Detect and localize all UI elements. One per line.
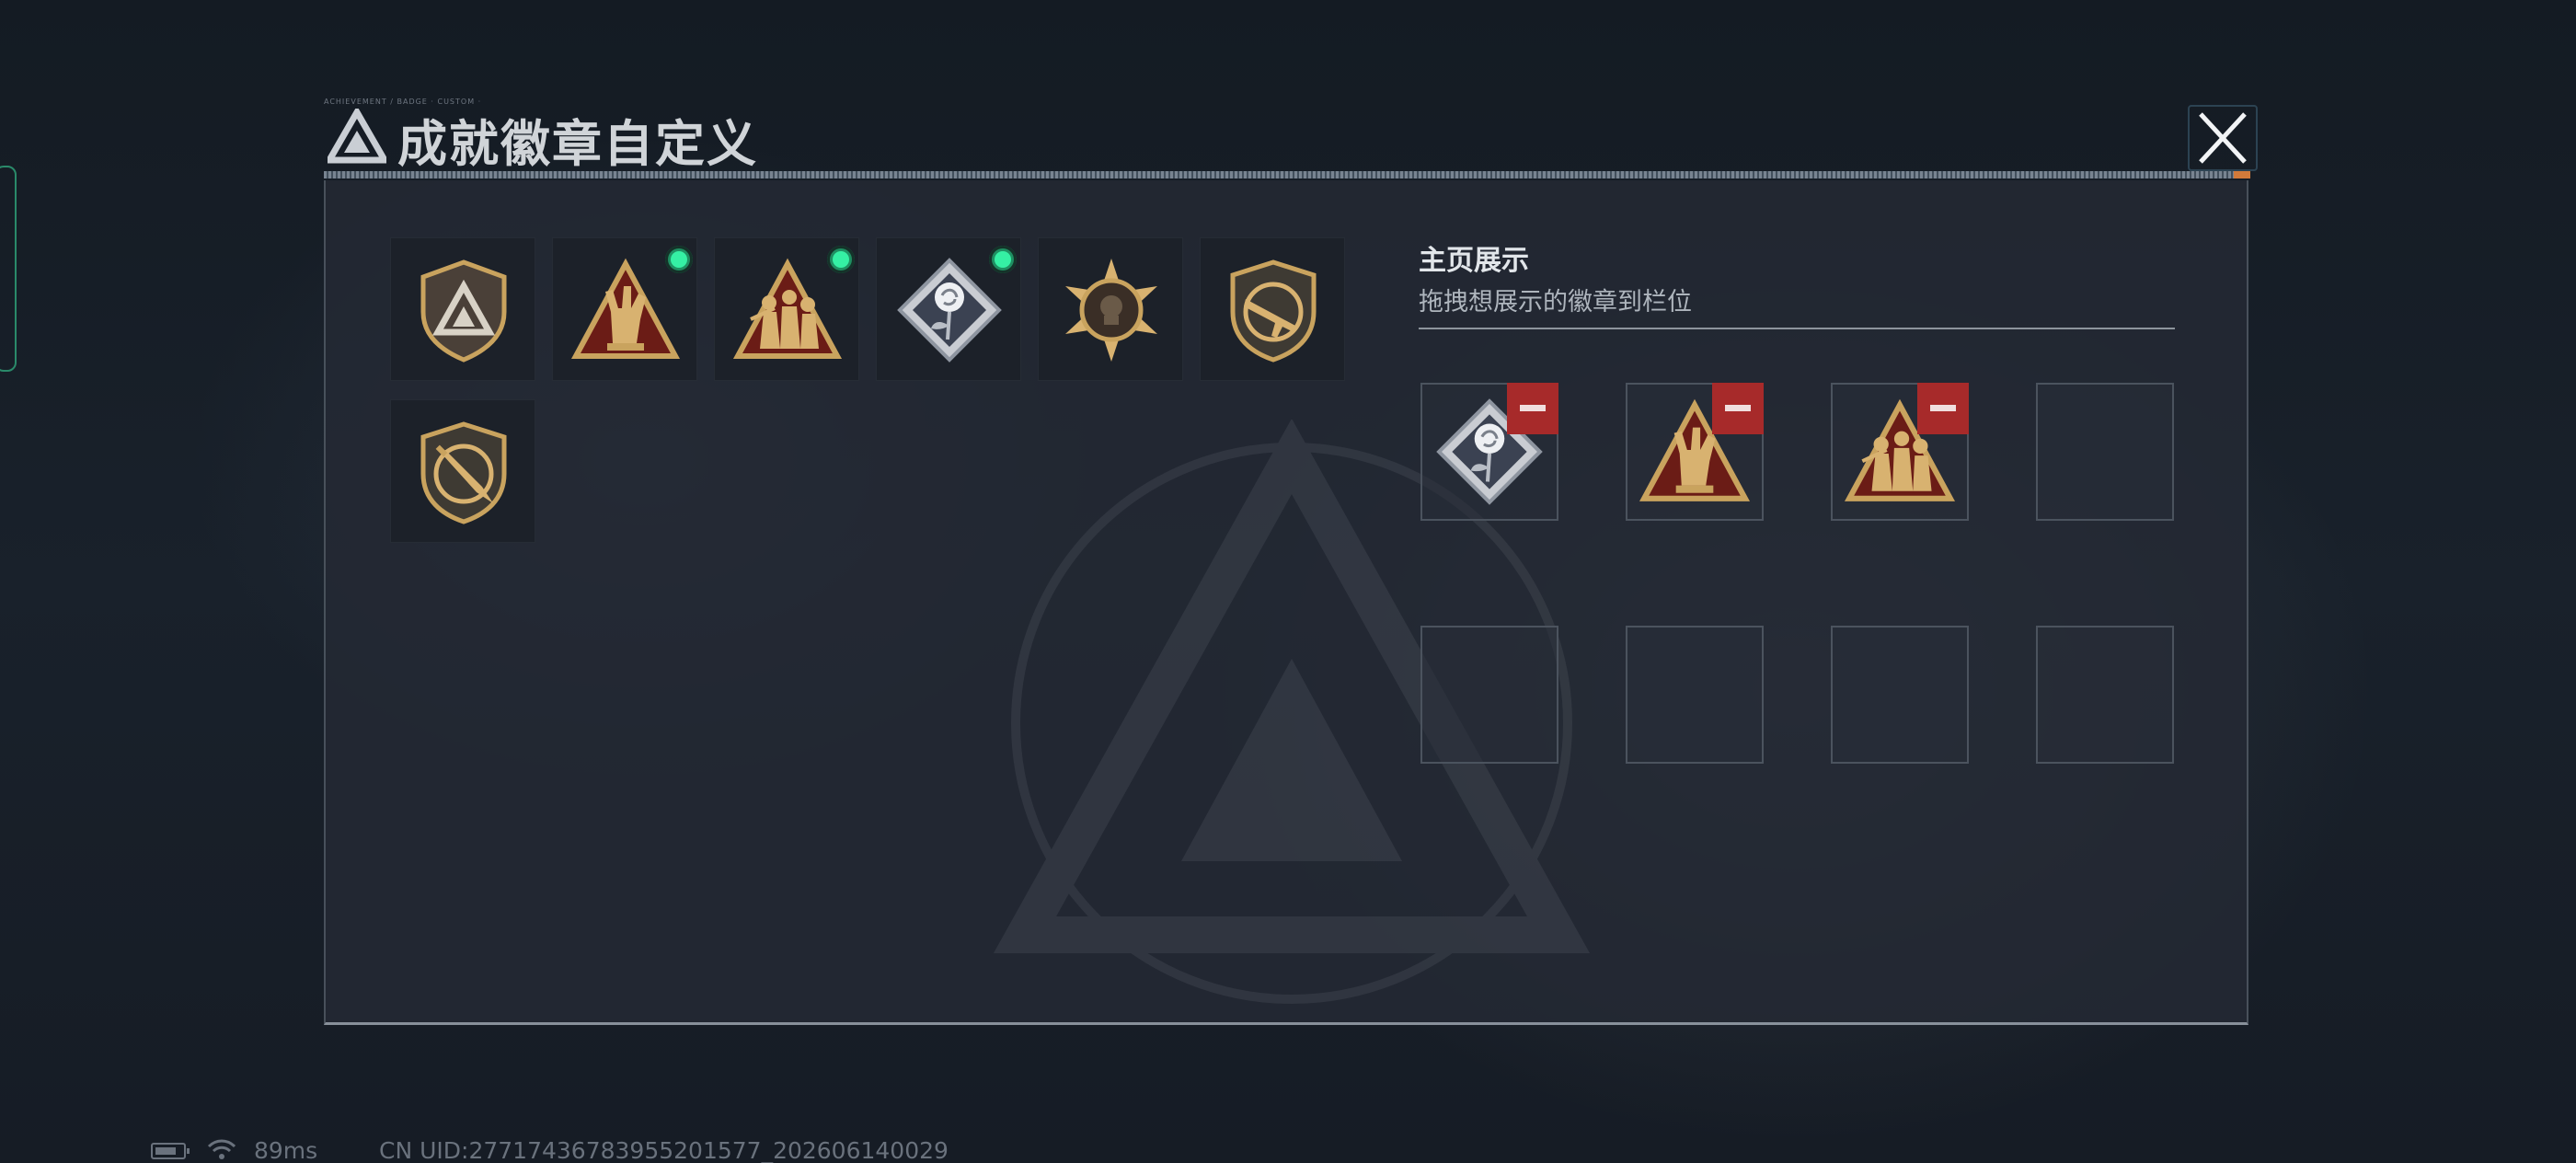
shield-triangle-badge-icon [420,259,507,363]
equipped-indicator [827,246,855,273]
badge-tile-rose[interactable] [876,237,1021,381]
showcase-divider [1419,328,2175,329]
dialog-header: ACHIEVEMENT / BADGE · CUSTOM · 成就徽章自定义 [320,96,2260,180]
game-logo-icon [328,109,386,164]
status-bar: 89ms CN UID:27717436783955201577_2026061… [147,1135,1251,1163]
badge-tile-hand-sign[interactable] [552,237,697,381]
hand-sign-triangle-badge-icon [570,258,681,359]
equipped-indicator [665,246,693,273]
remove-badge-button[interactable] [1507,383,1558,434]
showcase-slot-8[interactable] [2036,626,2174,764]
badge-tile-rifle[interactable] [1200,237,1345,381]
side-drawer-handle[interactable] [0,166,17,372]
badge-tile-knife[interactable] [390,399,535,543]
showcase-slot-4[interactable] [2036,383,2174,521]
badge-customization-panel: 主页展示 拖拽想展示的徽章到栏位 [324,180,2248,1025]
battery-icon [151,1143,190,1159]
equipped-indicator [989,246,1017,273]
rifle-shield-badge-icon [1230,259,1317,363]
knife-shield-badge-icon [420,421,507,524]
header-divider-accent [2234,171,2250,178]
ping-text: 89ms [254,1137,318,1163]
close-icon [2199,112,2247,164]
close-button[interactable] [2188,105,2258,171]
showcase-slot-1[interactable] [1420,383,1558,521]
showcase-slot-3[interactable] [1831,383,1969,521]
showcase-hint: 拖拽想展示的徽章到栏位 [1419,288,1692,317]
soldiers-triangle-badge-icon [732,258,843,359]
badge-tile-soldiers[interactable] [714,237,859,381]
showcase-slot-6[interactable] [1626,626,1764,764]
showcase-slot-5[interactable] [1420,626,1558,764]
star-circle-badge-icon [1065,259,1157,362]
wifi-icon [207,1139,236,1159]
header-divider [324,171,2248,178]
remove-badge-button[interactable] [1917,383,1969,434]
screen: ACHIEVEMENT / BADGE · CUSTOM · 成就徽章自定义 主… [0,0,2576,1163]
remove-badge-button[interactable] [1712,383,1764,434]
dialog-title: 成就徽章自定义 [397,115,758,173]
showcase-slot-2[interactable] [1626,383,1764,521]
rose-diamond-badge-icon [897,258,1002,363]
showcase-slot-7[interactable] [1831,626,1969,764]
badge-tile-shield-triangle[interactable] [390,237,535,381]
uid-text: CN UID:27717436783955201577_202606140029 [379,1137,949,1163]
badge-tile-star[interactable] [1038,237,1183,381]
showcase-title: 主页展示 [1419,245,1529,277]
